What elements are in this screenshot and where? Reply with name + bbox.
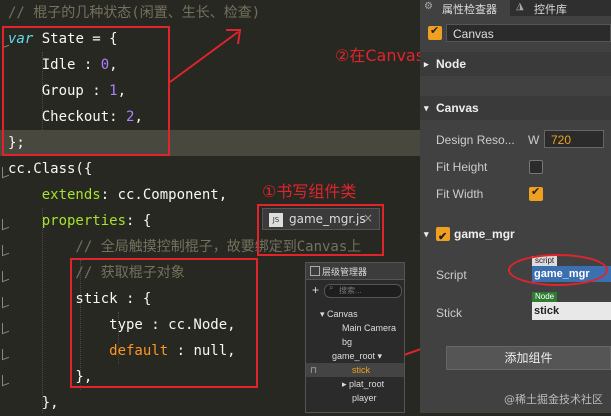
tree-item-label: game_root bbox=[332, 351, 376, 361]
state-highlight-box bbox=[2, 26, 170, 156]
tree-item-game-root[interactable]: game_root ▾ bbox=[332, 349, 430, 363]
code-line-close-props: }, bbox=[8, 395, 59, 411]
add-node-button[interactable]: + bbox=[312, 283, 319, 297]
annotation-step1: ①书写组件类 bbox=[262, 182, 357, 201]
design-width-input[interactable]: 720 bbox=[544, 130, 604, 148]
chevron-down-icon[interactable]: ▾ bbox=[320, 309, 325, 319]
stick-field[interactable]: Node stick bbox=[532, 292, 611, 320]
tree-item-label: stick bbox=[352, 365, 370, 375]
component-label: game_mgr bbox=[454, 227, 515, 241]
script-label: Script bbox=[436, 268, 467, 282]
tab-controls[interactable]: ◮ 控件库 bbox=[512, 0, 592, 16]
hierarchy-panel: 层级管理器 + ⌕ 搜索... ▾ Canvas Main Camera bg … bbox=[305, 262, 405, 413]
section-node[interactable]: ▸ Node bbox=[420, 52, 611, 76]
hierarchy-title: 层级管理器 bbox=[322, 267, 368, 277]
code-line-properties: properties: { bbox=[8, 208, 152, 234]
hierarchy-search-field[interactable]: ⌕ 搜索... bbox=[324, 283, 402, 298]
script-highlight-ellipse bbox=[508, 254, 608, 286]
tab-properties[interactable]: ⚙ 属性检查器 bbox=[420, 0, 510, 16]
section-label: Node bbox=[436, 57, 466, 71]
search-placeholder: 搜索... bbox=[339, 286, 362, 295]
fit-height-label: Fit Height bbox=[436, 160, 488, 174]
node-active-checkbox[interactable] bbox=[428, 24, 442, 40]
design-resolution-label: Design Reso... bbox=[436, 133, 515, 147]
inspector-tabbar: ⚙ 属性检查器 ◮ 控件库 bbox=[420, 0, 611, 16]
chevron-down-icon[interactable]: ▾ bbox=[378, 351, 383, 361]
tree-item-label: plat_root bbox=[349, 379, 385, 389]
code-comment-title: // 棍子的几种状态(闲置、生长、检查) bbox=[8, 5, 261, 21]
node-name-field[interactable]: Canvas bbox=[446, 24, 611, 42]
widget-icon: ◮ bbox=[516, 1, 524, 12]
node-name-value: Canvas bbox=[453, 27, 494, 41]
section-game-mgr[interactable]: ▾ game_mgr bbox=[420, 222, 611, 249]
chevron-right-icon[interactable]: ▸ bbox=[342, 379, 347, 389]
design-w-label: W bbox=[528, 133, 540, 147]
component-enabled-checkbox[interactable] bbox=[436, 225, 450, 249]
code-line-extends: extends: cc.Component, bbox=[8, 182, 227, 208]
extends-value: : cc.Component, bbox=[100, 187, 228, 203]
fit-width-checkbox[interactable] bbox=[529, 185, 543, 201]
node-tag: Node bbox=[532, 292, 558, 302]
search-icon: ⌕ bbox=[329, 283, 334, 292]
file-tab[interactable]: JS game_mgr.js × bbox=[262, 208, 380, 230]
design-width-value: 720 bbox=[551, 133, 572, 147]
js-file-icon: JS bbox=[269, 213, 283, 227]
gear-icon: ⚙ bbox=[424, 1, 433, 12]
tab-label: 控件库 bbox=[534, 4, 567, 16]
stick-value: stick bbox=[532, 302, 611, 320]
lock-icon: ⊓ bbox=[310, 365, 318, 375]
tree-item-label: Canvas bbox=[327, 309, 358, 319]
fit-height-checkbox[interactable] bbox=[529, 160, 543, 174]
tree-item-stick[interactable]: ⊓ stick bbox=[306, 363, 404, 377]
chevron-down-icon: ▾ bbox=[424, 103, 429, 113]
inspector-panel: ⚙ 属性检查器 ◮ 控件库 Canvas ▸ Node ▾ Canvas Des… bbox=[420, 0, 611, 413]
chevron-right-icon: ▸ bbox=[424, 59, 429, 69]
extends-key: extends bbox=[8, 187, 101, 203]
add-component-button[interactable]: 添加组件 bbox=[446, 346, 611, 370]
code-line-ccclass: cc.Class({ bbox=[8, 161, 93, 177]
properties-key: properties bbox=[8, 213, 127, 229]
section-label: Canvas bbox=[436, 101, 479, 115]
chevron-down-icon: ▾ bbox=[424, 229, 429, 239]
close-icon[interactable]: × bbox=[363, 211, 373, 225]
tab-label: 属性检查器 bbox=[442, 4, 497, 16]
properties-highlight-box bbox=[70, 258, 258, 388]
file-tab-name: game_mgr.js bbox=[289, 212, 366, 226]
properties-value: : { bbox=[126, 213, 152, 229]
stick-label: Stick bbox=[436, 306, 463, 320]
fit-width-label: Fit Width bbox=[436, 187, 484, 201]
hierarchy-header: 层级管理器 bbox=[306, 263, 404, 280]
tree-item-canvas[interactable]: ▾ Canvas bbox=[320, 307, 418, 321]
watermark: @稀土掘金技术社区 bbox=[504, 393, 603, 406]
section-canvas[interactable]: ▾ Canvas bbox=[420, 96, 611, 120]
hierarchy-icon bbox=[310, 266, 320, 276]
